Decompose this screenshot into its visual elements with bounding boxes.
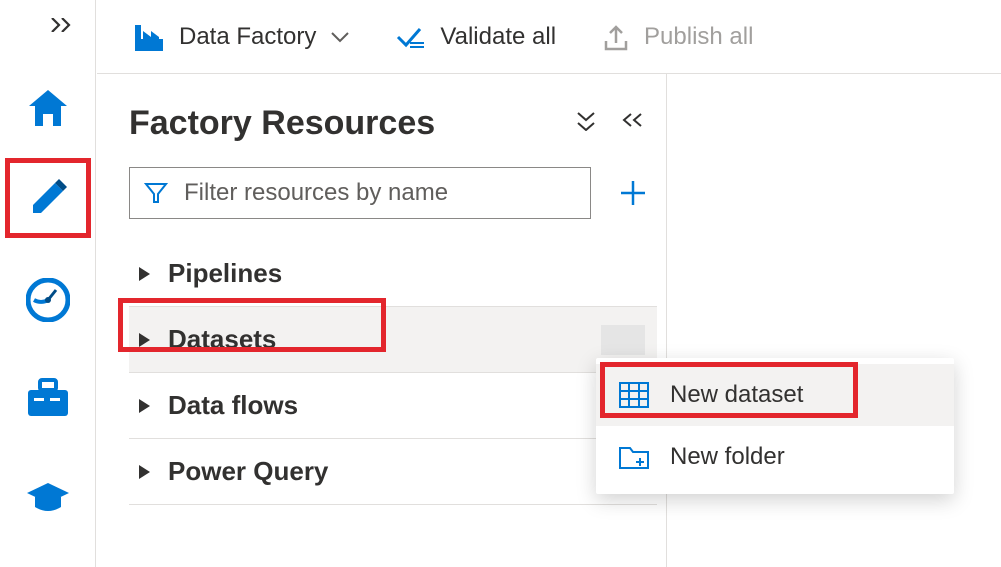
nav-home[interactable] bbox=[10, 70, 86, 146]
factory-icon bbox=[133, 21, 165, 53]
validate-icon bbox=[396, 25, 426, 49]
chevron-right-icon bbox=[139, 399, 150, 413]
collapse-panel-button[interactable] bbox=[621, 111, 643, 137]
nav-author[interactable] bbox=[10, 160, 86, 236]
menu-item-label: New dataset bbox=[670, 381, 803, 409]
filter-input[interactable] bbox=[182, 178, 576, 208]
toolbox-icon bbox=[26, 378, 70, 418]
publish-icon bbox=[602, 23, 630, 51]
publish-all-label: Publish all bbox=[644, 23, 753, 51]
filter-icon bbox=[144, 182, 168, 204]
chevron-right-icon bbox=[139, 465, 150, 479]
tree-item-powerquery[interactable]: Power Query bbox=[129, 439, 657, 505]
nav-monitor[interactable] bbox=[10, 262, 86, 338]
panel-title: Factory Resources bbox=[129, 104, 435, 143]
left-nav-rail bbox=[0, 0, 96, 567]
breadcrumb[interactable]: Data Factory bbox=[133, 21, 350, 53]
factory-resources-panel: Factory Resources bbox=[97, 74, 657, 505]
chevron-right-icon bbox=[139, 333, 150, 347]
tree-item-label: Datasets bbox=[168, 324, 276, 355]
tree-item-dataflows[interactable]: Data flows bbox=[129, 373, 657, 439]
tree-item-label: Pipelines bbox=[168, 258, 282, 289]
resource-tree: Pipelines Datasets Data flows Power Quer… bbox=[129, 241, 657, 505]
home-icon bbox=[27, 88, 69, 128]
menu-item-new-folder[interactable]: New folder bbox=[596, 426, 954, 488]
chevron-right-icon bbox=[139, 267, 150, 281]
folder-add-icon bbox=[618, 441, 650, 473]
expand-all-button[interactable] bbox=[575, 111, 597, 137]
graduation-cap-icon bbox=[25, 481, 71, 515]
filter-input-wrapper[interactable] bbox=[129, 167, 591, 219]
tree-item-pipelines[interactable]: Pipelines bbox=[129, 241, 657, 307]
chevron-down-icon[interactable] bbox=[330, 31, 350, 43]
tree-item-actions-button[interactable] bbox=[601, 325, 645, 355]
publish-all-button[interactable]: Publish all bbox=[602, 23, 753, 51]
tree-item-label: Power Query bbox=[168, 456, 328, 487]
plus-icon bbox=[618, 178, 648, 208]
menu-item-new-dataset[interactable]: New dataset bbox=[596, 364, 954, 426]
add-resource-button[interactable] bbox=[609, 169, 657, 217]
tree-item-datasets[interactable]: Datasets bbox=[129, 307, 657, 373]
rail-collapse-toggle[interactable] bbox=[50, 16, 72, 37]
nav-learn[interactable] bbox=[10, 460, 86, 536]
validate-all-label: Validate all bbox=[440, 23, 556, 51]
breadcrumb-label: Data Factory bbox=[179, 23, 316, 51]
validate-all-button[interactable]: Validate all bbox=[396, 23, 556, 51]
context-menu: New dataset New folder bbox=[596, 358, 954, 494]
gauge-icon bbox=[26, 278, 70, 322]
dataset-icon bbox=[618, 379, 650, 411]
menu-item-label: New folder bbox=[670, 443, 785, 471]
nav-manage[interactable] bbox=[10, 360, 86, 436]
top-toolbar: Data Factory Validate all Publish all bbox=[97, 0, 1001, 74]
pencil-icon bbox=[27, 177, 69, 219]
tree-item-label: Data flows bbox=[168, 390, 298, 421]
